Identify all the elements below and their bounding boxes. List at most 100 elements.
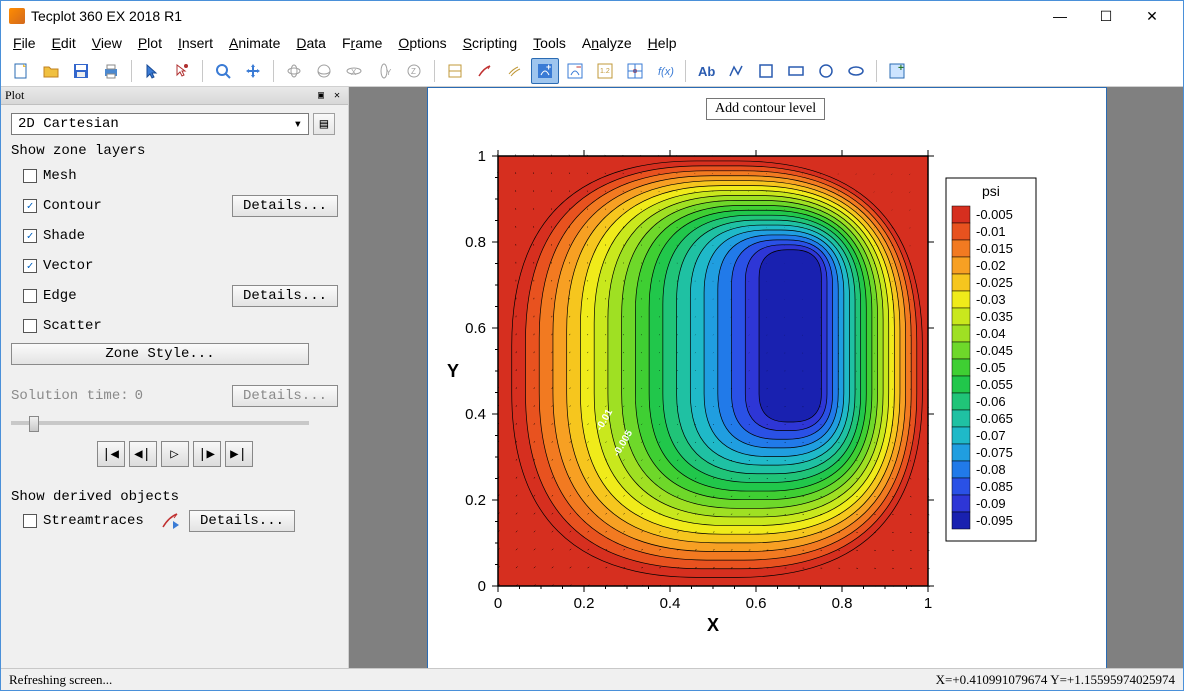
rotate-z-icon[interactable]: Z: [400, 58, 428, 84]
translate-icon[interactable]: [239, 58, 267, 84]
svg-text:-0.035: -0.035: [976, 309, 1013, 324]
panel-close-icon[interactable]: ✕: [330, 89, 344, 103]
svg-text:-0.045: -0.045: [976, 343, 1013, 358]
select-arrow-icon[interactable]: [138, 58, 166, 84]
svg-text:X: X: [707, 615, 719, 635]
maximize-button[interactable]: ☐: [1083, 1, 1129, 31]
svg-text:0.2: 0.2: [465, 492, 486, 509]
svg-text:1.2: 1.2: [600, 68, 610, 75]
square-tool-icon[interactable]: [752, 58, 780, 84]
menu-file[interactable]: File: [7, 33, 42, 53]
dropdown-arrow-icon: ▾: [294, 116, 302, 133]
probe-icon[interactable]: [621, 58, 649, 84]
adjust-arrow-icon[interactable]: [168, 58, 196, 84]
time-slider[interactable]: [11, 421, 309, 425]
svg-text:-0.03: -0.03: [976, 292, 1006, 307]
svg-text:-0.06: -0.06: [976, 394, 1006, 409]
svg-text:0.2: 0.2: [574, 595, 595, 612]
svg-text:0.6: 0.6: [746, 595, 767, 612]
open-icon[interactable]: [37, 58, 65, 84]
streamtrace-icon[interactable]: [159, 509, 183, 533]
rotate-y-icon[interactable]: Y: [370, 58, 398, 84]
menu-options[interactable]: Options: [392, 33, 452, 53]
contour-add-icon[interactable]: +: [531, 58, 559, 84]
streamtrace-single-icon[interactable]: [471, 58, 499, 84]
svg-text:Ab: Ab: [698, 64, 715, 79]
svg-text:-0.025: -0.025: [976, 275, 1013, 290]
menu-data[interactable]: Data: [290, 33, 332, 53]
streamtraces-details-button[interactable]: Details...: [189, 510, 295, 532]
text-tool-icon[interactable]: Ab: [692, 58, 720, 84]
step-back-icon[interactable]: ◀|: [129, 441, 157, 467]
scatter-label: Scatter: [43, 318, 338, 334]
menu-view[interactable]: View: [86, 33, 128, 53]
scatter-checkbox[interactable]: [23, 319, 37, 333]
new-frame-icon[interactable]: +: [883, 58, 911, 84]
plot-frame[interactable]: 00.20.40.60.8100.20.40.60.81XY-0.01-0.00…: [427, 87, 1107, 668]
shade-checkbox[interactable]: [23, 229, 37, 243]
menu-insert[interactable]: Insert: [172, 33, 219, 53]
canvas-area[interactable]: 00.20.40.60.8100.20.40.60.81XY-0.01-0.00…: [349, 87, 1183, 668]
svg-text:-0.015: -0.015: [976, 241, 1013, 256]
edge-checkbox[interactable]: [23, 289, 37, 303]
menu-analyze[interactable]: Analyze: [576, 33, 638, 53]
svg-text:0: 0: [478, 578, 486, 595]
plot-type-select[interactable]: 2D Cartesian ▾: [11, 113, 309, 135]
contour-label: Contour: [43, 198, 226, 214]
rotate-x-icon[interactable]: X: [340, 58, 368, 84]
menu-scripting[interactable]: Scripting: [457, 33, 523, 53]
edge-details-button[interactable]: Details...: [232, 285, 338, 307]
skip-first-icon[interactable]: |◀: [97, 441, 125, 467]
new-layout-icon[interactable]: [7, 58, 35, 84]
contour-details-button[interactable]: Details...: [232, 195, 338, 217]
svg-text:-0.04: -0.04: [976, 326, 1006, 341]
minimize-button[interactable]: —: [1037, 1, 1083, 31]
tooltip: Add contour level: [706, 98, 825, 120]
streamtrace-rake-icon[interactable]: [501, 58, 529, 84]
calculate-icon[interactable]: f(x): [651, 58, 679, 84]
svg-text:f(x): f(x): [658, 66, 674, 78]
slice-icon[interactable]: [441, 58, 469, 84]
vector-checkbox[interactable]: [23, 259, 37, 273]
svg-text:psi: psi: [982, 183, 1000, 199]
app-icon: [9, 8, 25, 24]
menu-tools[interactable]: Tools: [527, 33, 572, 53]
print-icon[interactable]: [97, 58, 125, 84]
circle-tool-icon[interactable]: [812, 58, 840, 84]
solution-time-details-button[interactable]: Details...: [232, 385, 338, 407]
rotate-spherical-icon[interactable]: [310, 58, 338, 84]
ellipse-tool-icon[interactable]: [842, 58, 870, 84]
solution-time-label: Solution time:: [11, 388, 129, 404]
window-title: Tecplot 360 EX 2018 R1: [31, 8, 1037, 24]
contour-checkbox[interactable]: [23, 199, 37, 213]
menubar: File Edit View Plot Insert Animate Data …: [1, 31, 1183, 55]
svg-text:X: X: [351, 68, 357, 77]
contour-remove-icon[interactable]: −: [561, 58, 589, 84]
save-icon[interactable]: [67, 58, 95, 84]
snap-toggle-button[interactable]: ▤: [313, 113, 335, 135]
toolbar: X Y Z + − 1.2 f(x) Ab +: [1, 55, 1183, 87]
menu-edit[interactable]: Edit: [46, 33, 82, 53]
zoom-icon[interactable]: [209, 58, 237, 84]
rectangle-tool-icon[interactable]: [782, 58, 810, 84]
skip-last-icon[interactable]: ▶|: [225, 441, 253, 467]
menu-plot[interactable]: Plot: [132, 33, 168, 53]
menu-frame[interactable]: Frame: [336, 33, 388, 53]
polyline-tool-icon[interactable]: [722, 58, 750, 84]
menu-animate[interactable]: Animate: [223, 33, 286, 53]
mesh-checkbox[interactable]: [23, 169, 37, 183]
svg-text:0.4: 0.4: [465, 406, 486, 423]
close-button[interactable]: ✕: [1129, 1, 1175, 31]
svg-text:-0.005: -0.005: [976, 207, 1013, 222]
menu-help[interactable]: Help: [642, 33, 683, 53]
play-icon[interactable]: ▷: [161, 441, 189, 467]
edge-label: Edge: [43, 288, 226, 304]
streamtraces-checkbox[interactable]: [23, 514, 37, 528]
svg-text:-0.055: -0.055: [976, 377, 1013, 392]
step-forward-icon[interactable]: |▶: [193, 441, 221, 467]
zone-style-button[interactable]: Zone Style...: [11, 343, 309, 365]
contour-label-icon[interactable]: 1.2: [591, 58, 619, 84]
rotate-3d-icon[interactable]: [280, 58, 308, 84]
svg-text:Z: Z: [411, 67, 416, 76]
panel-float-icon[interactable]: ▣: [314, 89, 328, 103]
